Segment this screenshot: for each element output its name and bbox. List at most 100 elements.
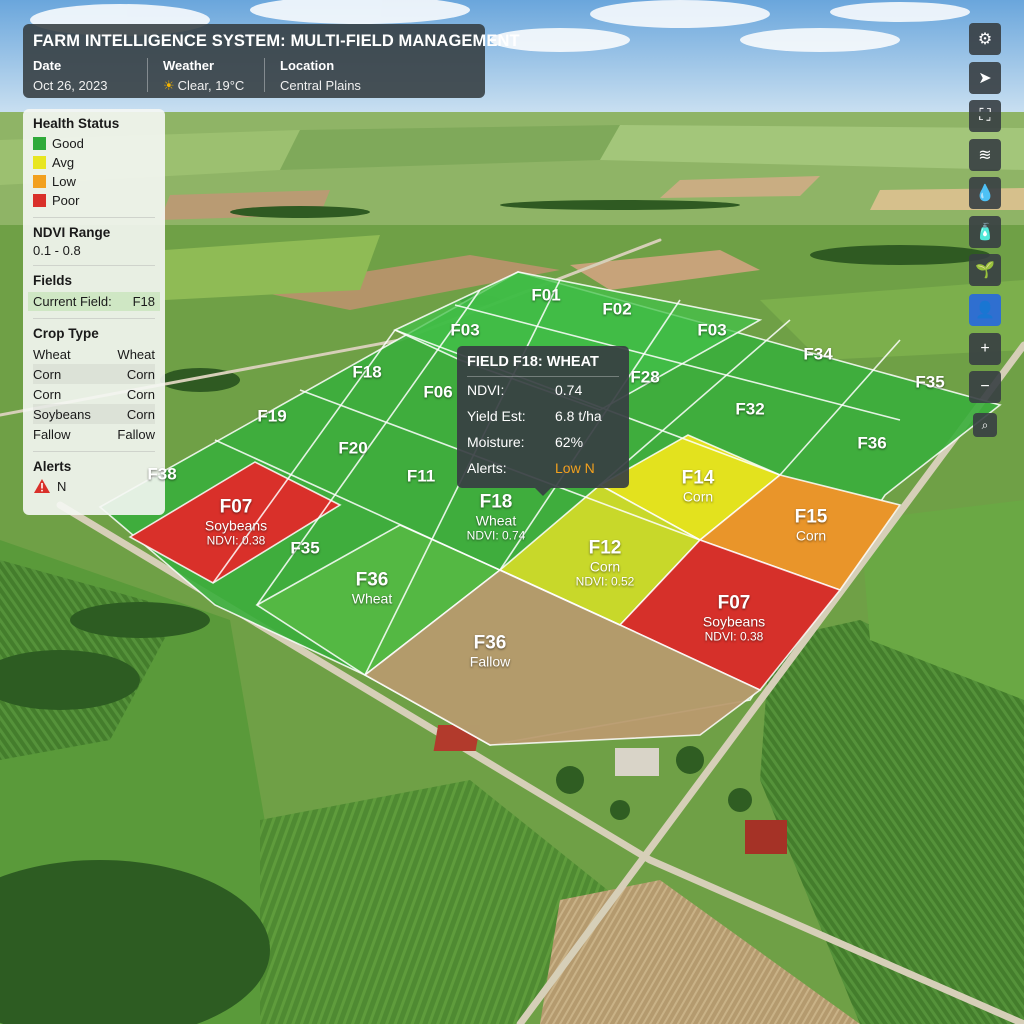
field-id: F14 xyxy=(681,467,715,489)
field-crop: Fallow xyxy=(469,653,511,670)
tooltip-pointer xyxy=(535,488,551,496)
field-label-f01[interactable]: F01 xyxy=(531,285,560,306)
zoom-out-icon: − xyxy=(980,378,990,395)
tooltip-moisture-label: Moisture: xyxy=(467,434,525,450)
tooltip-alerts-row: Alerts: Low N xyxy=(467,455,619,481)
field-id: F35 xyxy=(915,372,945,392)
field-label-f36[interactable]: F36 Wheat xyxy=(352,570,392,607)
tooltip-ndvi-label: NDVI: xyxy=(467,382,505,398)
field-crop: Soybeans xyxy=(204,517,268,534)
field-label-f07[interactable]: F07 Soybeans NDVI: 0.38 xyxy=(205,497,267,548)
crop-type-right: Corn xyxy=(126,366,155,382)
health-swatch xyxy=(33,156,46,169)
field-id: F32 xyxy=(735,399,765,419)
field-label-f38[interactable]: F38 xyxy=(147,464,176,485)
crop-growth-button[interactable]: 🌱 xyxy=(969,254,1001,286)
crop-type-right: Fallow xyxy=(117,426,155,442)
field-tooltip: FIELD F18: WHEAT NDVI: 0.74 Yield Est: 6.8… xyxy=(457,346,629,496)
search-icon: ⌕ xyxy=(981,417,989,432)
gear-button[interactable]: ⚙ xyxy=(969,23,1001,55)
crop-type-right: Wheat xyxy=(117,346,155,362)
tooltip-ndvi-value: 0.74 xyxy=(555,382,583,398)
zoom-in-button[interactable]: + xyxy=(969,332,1001,365)
alert-item[interactable]: N xyxy=(33,478,155,494)
gear-icon: ⚙ xyxy=(977,31,993,48)
field-label-f07[interactable]: F07 Soybeans NDVI: 0.38 xyxy=(703,593,765,644)
navigate-button[interactable]: ➤ xyxy=(969,61,1001,94)
field-label-f15[interactable]: F15 Corn xyxy=(795,507,828,544)
field-id: F06 xyxy=(423,382,453,402)
current-field-row[interactable]: Current Field: F18 xyxy=(28,292,160,311)
zoom-out-button[interactable]: − xyxy=(969,371,1001,403)
ndvi-range-title: NDVI Range xyxy=(33,225,111,240)
field-label-f14[interactable]: F14 Corn xyxy=(682,468,715,505)
divider xyxy=(33,318,155,319)
field-crop: Corn xyxy=(682,488,714,505)
field-label-f34[interactable]: F34 xyxy=(803,344,832,365)
location-label: Location xyxy=(280,58,335,73)
field-label-f03[interactable]: F03 xyxy=(697,320,726,341)
layers-button[interactable]: ≋ xyxy=(969,138,1001,171)
crop-type-row[interactable]: Corn Corn xyxy=(33,384,155,404)
field-id: F07 xyxy=(717,592,751,614)
field-label-f18[interactable]: F18 xyxy=(352,362,381,383)
field-label-f32[interactable]: F32 xyxy=(735,399,764,420)
layers-icon: ≋ xyxy=(978,146,992,164)
water-drop-button[interactable]: 💧 xyxy=(969,177,1001,209)
crop-type-row[interactable]: Wheat Wheat xyxy=(33,344,155,364)
search-button[interactable]: ⌕ xyxy=(973,413,997,437)
health-legend-item: Low xyxy=(33,172,155,191)
field-label-f06[interactable]: F06 xyxy=(423,382,452,403)
tooltip-yield-row: Yield Est: 6.8 t/ha xyxy=(467,403,619,429)
header-panel: FARM INTELLIGENCE SYSTEM: MULTI-FIELD MA… xyxy=(23,24,520,98)
crop-type-row[interactable]: Fallow Fallow xyxy=(33,424,155,444)
field-id: F07 xyxy=(219,496,253,518)
field-label-f19[interactable]: F19 xyxy=(257,406,286,427)
health-label: Low xyxy=(52,174,76,189)
tooltip-yield-value: 6.8 t/ha xyxy=(555,408,602,424)
field-label-f36[interactable]: F36 Fallow xyxy=(470,633,510,670)
water-drop-icon: 💧 xyxy=(975,185,995,202)
health-legend-item: Good xyxy=(33,134,155,153)
farmer-button[interactable]: 👤 xyxy=(969,294,1001,326)
current-field-value: F18 xyxy=(132,294,155,309)
field-label-f20[interactable]: F20 xyxy=(338,438,367,459)
location-value: Central Plains xyxy=(280,78,361,93)
fertilizer-bottle-button[interactable]: 🧴 xyxy=(969,215,1001,248)
health-swatch xyxy=(33,194,46,207)
field-label-f35[interactable]: F35 xyxy=(915,372,944,393)
field-label-f18[interactable]: F18 Wheat NDVI: 0.74 xyxy=(467,492,526,543)
health-label: Poor xyxy=(52,193,80,208)
crop-type-left: Corn xyxy=(33,366,62,382)
field-label-f36[interactable]: F36 xyxy=(857,433,886,454)
field-label-f03[interactable]: F03 xyxy=(450,320,479,341)
field-ndvi: NDVI: 0.74 xyxy=(466,528,526,543)
warning-icon xyxy=(34,479,50,493)
field-id: F36 xyxy=(473,632,507,654)
location-section: Location Central Plains xyxy=(280,58,361,93)
field-id: F35 xyxy=(290,538,320,558)
crop-type-row[interactable]: Corn Corn xyxy=(33,364,155,384)
field-id: F18 xyxy=(352,362,382,382)
fullscreen-button[interactable]: ⛶ xyxy=(969,100,1001,132)
field-ndvi: NDVI: 0.38 xyxy=(206,533,266,548)
field-id: F34 xyxy=(803,344,833,364)
field-label-f11[interactable]: F11 xyxy=(407,466,435,487)
crop-type-row[interactable]: Soybeans Corn xyxy=(33,404,155,424)
field-ndvi: NDVI: 0.52 xyxy=(575,574,635,589)
divider xyxy=(33,265,155,266)
health-status-title: Health Status xyxy=(33,116,120,131)
field-label-f28[interactable]: F28 xyxy=(630,367,659,388)
weather-label: Weather xyxy=(163,58,215,73)
field-label-f35[interactable]: F35 xyxy=(290,538,319,559)
field-id: F18 xyxy=(479,491,513,513)
field-crop: Wheat xyxy=(475,512,517,529)
weather-section: Weather ☀ Clear, 19°C xyxy=(163,58,244,94)
field-label-f12[interactable]: F12 Corn NDVI: 0.52 xyxy=(576,538,635,589)
divider xyxy=(33,217,155,218)
field-crop: Corn xyxy=(795,527,827,544)
field-id: F19 xyxy=(257,406,287,426)
tooltip-title: FIELD F18: WHEAT xyxy=(467,354,619,377)
field-label-f02[interactable]: F02 xyxy=(602,299,631,320)
zoom-in-icon: + xyxy=(980,339,990,357)
